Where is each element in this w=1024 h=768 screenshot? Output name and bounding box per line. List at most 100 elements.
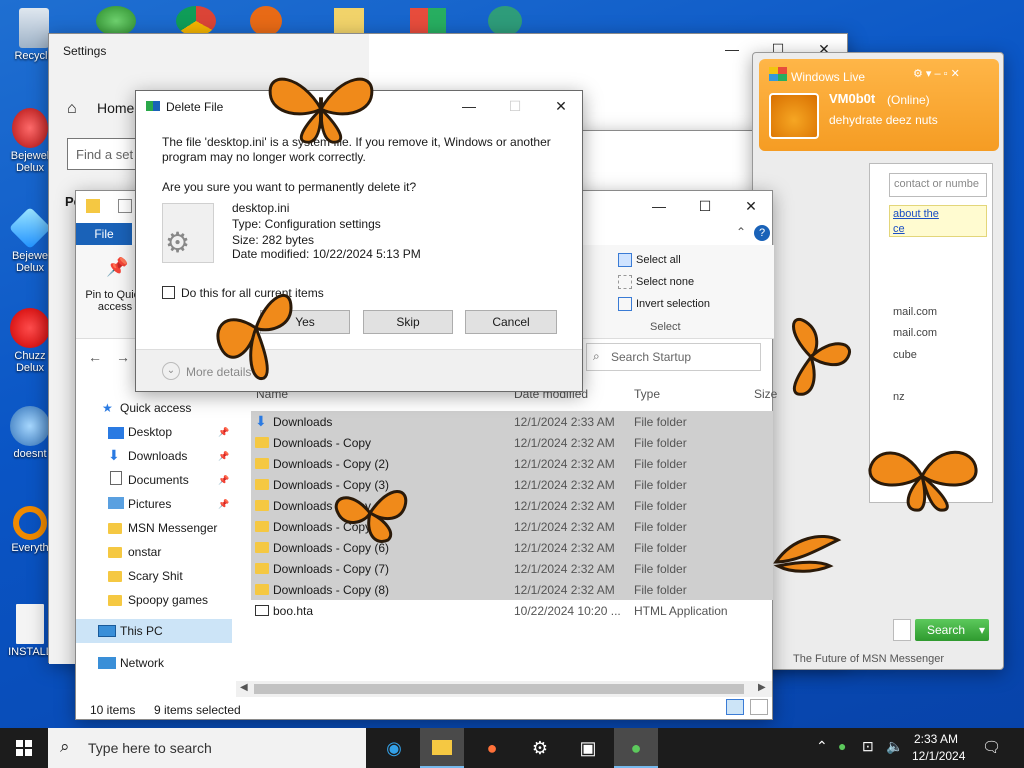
nav-item-onstar[interactable]: onstar xyxy=(128,545,161,559)
minimize-button[interactable]: — xyxy=(636,191,682,221)
volume-icon[interactable]: 🔈 xyxy=(886,738,903,755)
table-row[interactable]: Downloads - Copy (7) 12/1/2024 2:32 AM F… xyxy=(251,558,773,579)
column-header-type[interactable]: Type xyxy=(634,387,660,401)
contact-item[interactable]: mail.com xyxy=(893,327,937,339)
nav-quick-access[interactable]: Quick access xyxy=(120,401,191,415)
pin-icon[interactable]: 📌 xyxy=(106,257,128,278)
folder-icon xyxy=(432,740,452,755)
properties-icon[interactable] xyxy=(118,199,132,213)
skip-button[interactable]: Skip xyxy=(363,310,453,334)
column-header-size[interactable]: Size xyxy=(754,387,777,401)
network-tray-icon[interactable]: ⊡ xyxy=(862,738,874,755)
file-explorer-icon[interactable] xyxy=(420,728,464,768)
app-window-icon[interactable]: ▣ xyxy=(566,728,610,768)
tray-chevron-icon[interactable]: ⌃ xyxy=(816,738,828,755)
messenger-search-button[interactable]: Search ▾ xyxy=(915,619,989,641)
apply-all-checkbox[interactable] xyxy=(162,286,175,299)
messenger-status[interactable]: (Online) xyxy=(887,93,930,107)
scroll-right-arrow[interactable]: ▶ xyxy=(758,682,766,693)
tray-messenger-icon[interactable]: ● xyxy=(838,738,846,754)
close-button[interactable]: ✕ xyxy=(538,91,584,121)
select-all-button[interactable]: Select all xyxy=(636,254,681,266)
messenger-username[interactable]: VM0b0t xyxy=(829,91,875,106)
settings-home-link[interactable]: Home xyxy=(97,100,134,116)
document-icon xyxy=(16,604,44,644)
messenger-search-input[interactable]: contact or numbe xyxy=(889,173,987,197)
messenger-window-buttons[interactable]: ⚙ ▾ – ▫ ✕ xyxy=(913,67,960,80)
installer-icon[interactable] xyxy=(334,8,364,36)
edge-icon[interactable]: ◉ xyxy=(372,728,416,768)
nav-item-downloads[interactable]: Downloads xyxy=(128,449,187,463)
contact-item[interactable]: mail.com xyxy=(893,306,937,318)
pin-icon[interactable]: 📌 xyxy=(218,475,229,486)
maximize-button[interactable]: ☐ xyxy=(682,191,728,221)
pin-icon[interactable]: 📌 xyxy=(218,499,229,510)
table-row[interactable]: boo.hta 10/22/2024 10:20 ... HTML Applic… xyxy=(251,600,773,621)
pin-icon[interactable]: 📌 xyxy=(218,427,229,438)
messenger-footer: The Future of MSN Messenger xyxy=(793,653,945,665)
file-name: Downloads - Copy (8) xyxy=(273,583,390,597)
messenger-info-link-2[interactable]: ce xyxy=(893,223,905,235)
search-input[interactable]: ⌕ Search Startup xyxy=(586,343,761,371)
msn-desktop-icon[interactable] xyxy=(96,6,136,36)
file-type: File folder xyxy=(634,583,687,597)
notification-icon[interactable]: 🗨 xyxy=(982,738,1001,756)
minimize-button[interactable]: — xyxy=(709,34,755,64)
cancel-button[interactable]: Cancel xyxy=(465,310,557,334)
select-group-label: Select xyxy=(650,321,681,333)
messenger-bottom-input[interactable] xyxy=(893,619,911,641)
clock-time[interactable]: 2:33 AM xyxy=(914,732,958,746)
scroll-thumb[interactable] xyxy=(254,684,744,694)
table-row[interactable]: Downloads - Copy 12/1/2024 2:32 AM File … xyxy=(251,432,773,453)
help-icon[interactable]: ? xyxy=(754,225,770,241)
status-selected-count: 9 items selected xyxy=(154,703,241,717)
nav-item-desktop[interactable]: Desktop xyxy=(128,425,172,439)
nav-item-spoopy-games[interactable]: Spoopy games xyxy=(128,593,208,607)
messenger-taskbar-icon[interactable]: ● xyxy=(614,728,658,768)
messenger-personal-message[interactable]: dehydrate deez nuts xyxy=(829,113,938,127)
messenger-info-link[interactable]: about the xyxy=(893,208,939,220)
folder-icon xyxy=(255,479,269,490)
table-row[interactable]: ⬇ Downloads 12/1/2024 2:33 AM File folde… xyxy=(251,411,773,432)
pin-icon[interactable]: 📌 xyxy=(218,451,229,462)
messenger-search-button-label: Search xyxy=(927,623,966,637)
taskbar-search-box[interactable]: ⌕ Type here to search xyxy=(48,728,366,768)
select-none-button[interactable]: Select none xyxy=(636,276,694,288)
avatar[interactable] xyxy=(769,93,819,139)
contact-item[interactable]: nz xyxy=(893,391,905,403)
nav-item-documents[interactable]: Documents xyxy=(128,473,189,487)
firefox-icon[interactable]: ● xyxy=(470,728,514,768)
invert-selection-button[interactable]: Invert selection xyxy=(636,298,710,310)
chrome-icon[interactable] xyxy=(176,6,216,36)
close-button[interactable]: ✕ xyxy=(728,191,774,221)
home-icon[interactable]: ⌂ xyxy=(67,100,77,118)
scroll-left-arrow[interactable]: ◀ xyxy=(240,682,248,693)
ribbon-collapse-icon[interactable]: ⌃ xyxy=(736,225,746,239)
table-row[interactable]: Downloads - Copy (8) 12/1/2024 2:32 AM F… xyxy=(251,579,773,600)
app-icon[interactable] xyxy=(250,6,282,36)
back-button[interactable]: ← xyxy=(88,349,102,365)
nav-this-pc[interactable]: This PC xyxy=(120,624,163,638)
tiles-view-icon[interactable] xyxy=(750,699,768,715)
clock-date[interactable]: 12/1/2024 xyxy=(912,749,965,763)
nav-network[interactable]: Network xyxy=(120,656,164,670)
nav-item-scary-shit[interactable]: Scary Shit xyxy=(128,569,183,583)
details-view-icon[interactable] xyxy=(726,699,744,715)
forward-button[interactable]: → xyxy=(116,349,130,365)
nav-item-msn-messenger[interactable]: MSN Messenger xyxy=(128,521,217,535)
character-icon[interactable] xyxy=(488,6,522,36)
start-button[interactable] xyxy=(2,728,46,768)
file-date: 12/1/2024 2:32 AM xyxy=(514,457,615,471)
minimize-button[interactable]: — xyxy=(446,91,492,121)
table-row[interactable]: Downloads - Copy (2) 12/1/2024 2:32 AM F… xyxy=(251,453,773,474)
network-icon xyxy=(98,657,116,669)
file-date: 12/1/2024 2:33 AM xyxy=(514,415,615,429)
nav-item-pictures[interactable]: Pictures xyxy=(128,497,171,511)
more-details-chevron-icon[interactable]: ⌄ xyxy=(162,362,180,380)
ribbon-file-tab[interactable]: File xyxy=(76,223,132,245)
contact-item[interactable]: cube xyxy=(893,349,917,361)
download-arrow-icon: ⬇ xyxy=(255,413,267,429)
horizontal-scrollbar[interactable]: ◀ ▶ xyxy=(236,681,772,697)
office-icon[interactable] xyxy=(410,8,446,36)
settings-gear-icon[interactable]: ⚙ xyxy=(518,728,562,768)
